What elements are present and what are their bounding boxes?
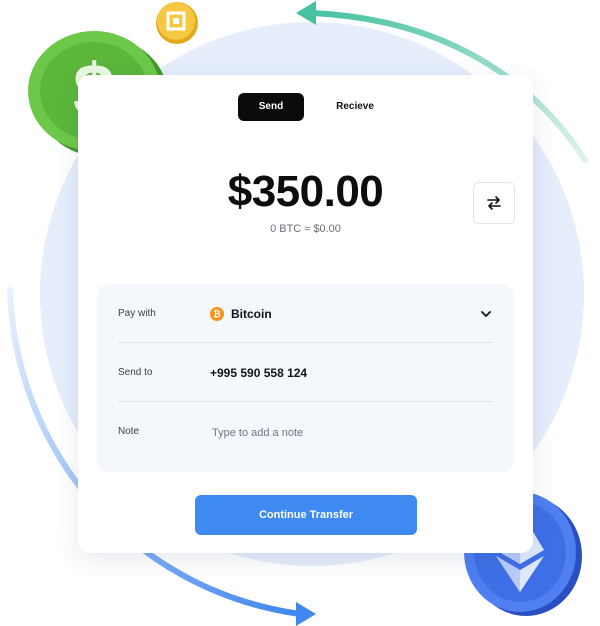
swap-currency-button[interactable] <box>473 182 515 224</box>
top-arrowhead <box>296 1 316 25</box>
bitcoin-icon: ₿ <box>210 307 224 321</box>
send-to-value[interactable]: +995 590 558 124 <box>210 345 307 401</box>
conversion-text: 0 BTC ≈ $0.00 <box>270 223 341 235</box>
send-to-label: Send to <box>118 367 153 378</box>
note-input[interactable] <box>210 422 494 444</box>
chevron-down-icon[interactable] <box>479 307 493 321</box>
swap-icon <box>487 196 501 210</box>
note-row: Note <box>118 404 494 460</box>
bottom-arrowhead <box>296 602 316 626</box>
amount-display: $350.00 <box>227 167 384 216</box>
note-label: Note <box>118 426 140 437</box>
send-to-row: Send to +995 590 558 124 <box>118 345 493 402</box>
pay-with-row[interactable]: Pay with ₿ Bitcoin <box>118 286 493 343</box>
tab-receive[interactable]: Recieve <box>322 93 388 121</box>
transfer-card: Send Recieve $350.00 0 BTC ≈ $0.00 Pay w… <box>78 75 533 553</box>
transfer-form: Pay with ₿ Bitcoin Send to +995 590 558 … <box>97 284 514 472</box>
continue-transfer-button[interactable]: Continue Transfer <box>195 495 417 535</box>
tab-send[interactable]: Send <box>238 93 304 121</box>
pay-with-value[interactable]: ₿ Bitcoin <box>210 286 272 342</box>
pay-with-label: Pay with <box>118 308 156 319</box>
tabs: Send Recieve <box>78 93 533 123</box>
pay-with-currency: Bitcoin <box>231 307 272 321</box>
